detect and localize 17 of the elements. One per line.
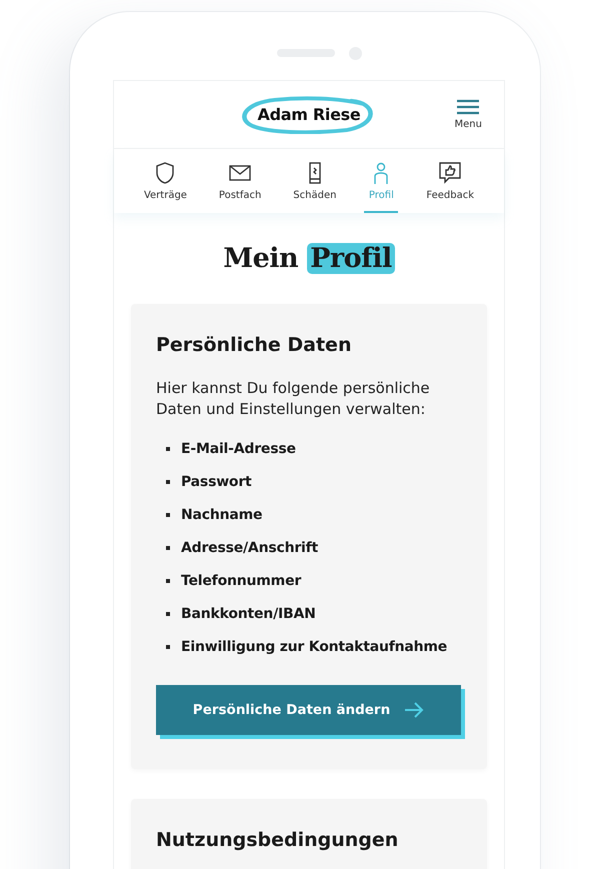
intro-text: Hier kannst Du folgende persönliche Daten und Einstellungen verwalten: [156,378,431,420]
nav-tab[interactable]: Schäden [289,149,340,213]
list-item: Nachname [181,506,262,522]
list-item: Bankkonten/IBAN [181,606,316,622]
list-item: Einwilligung zur Kontaktaufnahme [181,638,448,654]
list-item: Telefonnummer [181,572,302,588]
list-item: Passwort [181,474,252,490]
nav-tab[interactable]: Verträge [140,149,191,213]
change-data-button[interactable]: Persönliche Daten ändern [156,685,461,735]
nav-tab[interactable]: Postfach [214,149,266,213]
menu-button[interactable]: Menu [454,99,482,130]
page-title: Mein Profil [131,243,487,274]
card-heading: Persönliche Daten [156,334,352,356]
list-item: Adresse/Anschrift [181,540,318,556]
list-item: E-Mail-Adresse [181,440,296,456]
card-heading: Nutzungsbedingungen [156,829,400,851]
nav-tab[interactable]: Feedback [422,149,478,213]
